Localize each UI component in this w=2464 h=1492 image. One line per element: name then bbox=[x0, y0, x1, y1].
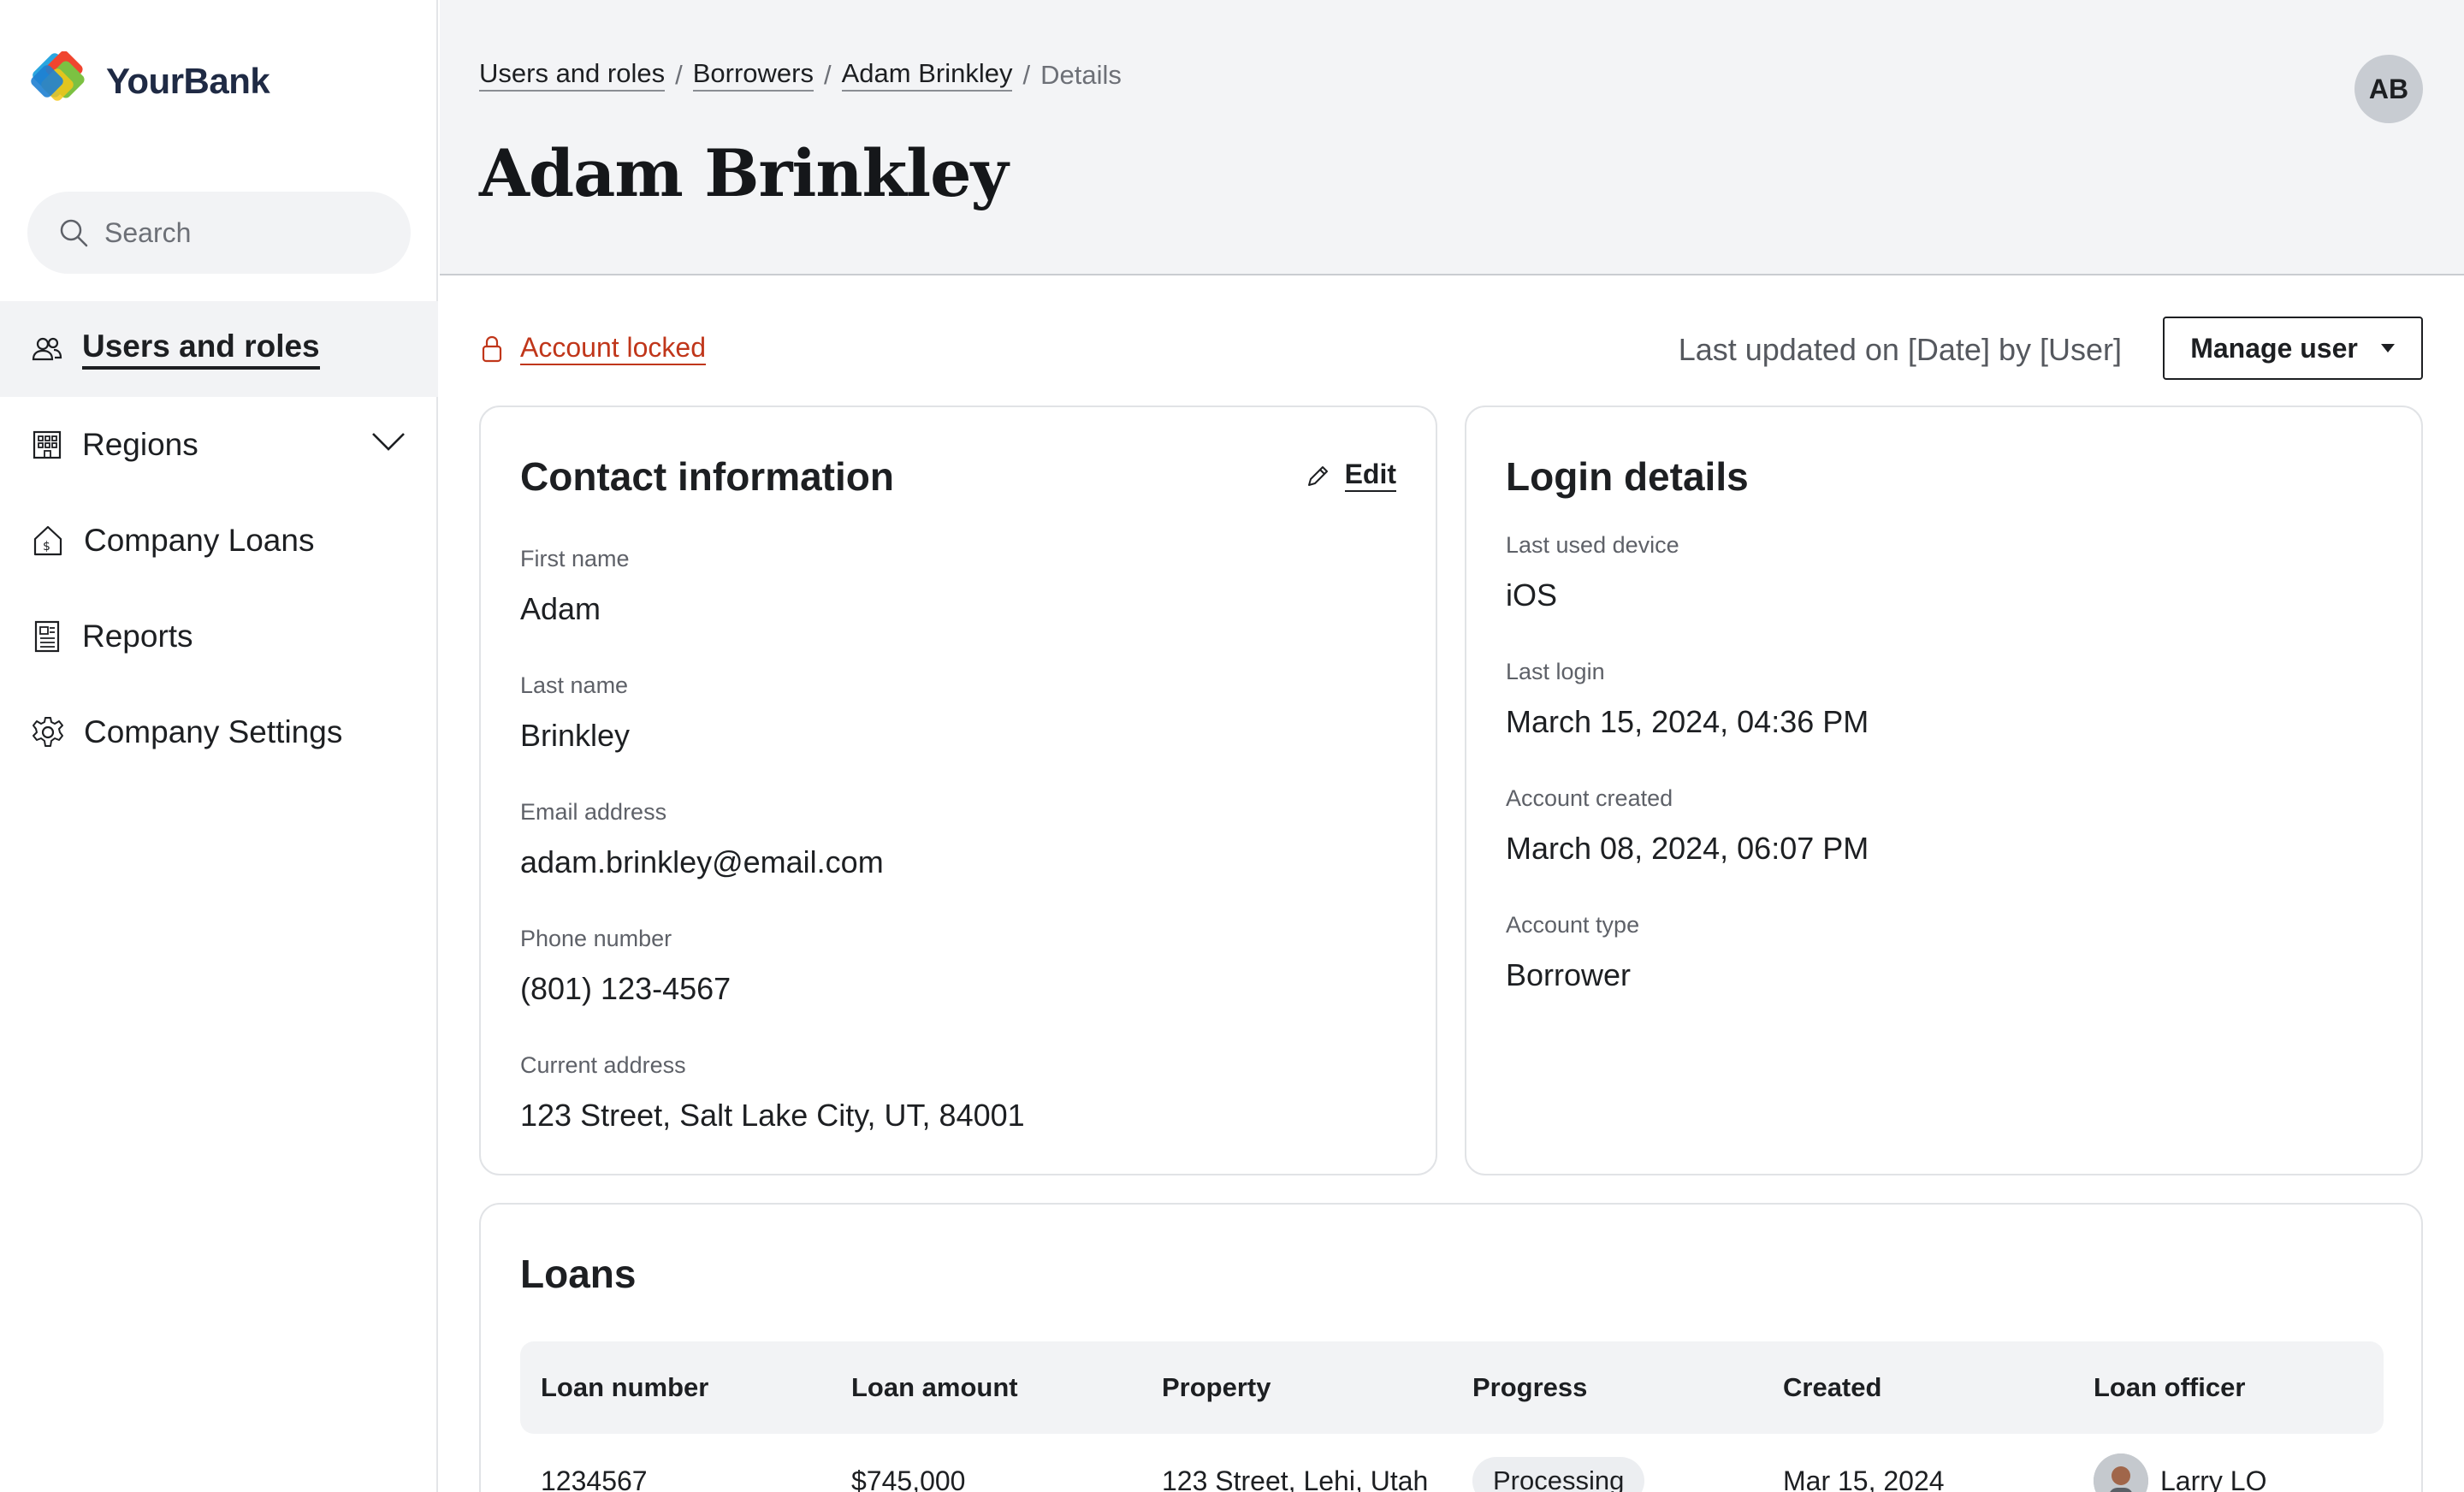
card-title: Contact information bbox=[520, 454, 894, 499]
avatar[interactable]: AB bbox=[2354, 55, 2423, 123]
users-icon bbox=[32, 337, 62, 361]
account-locked-link[interactable]: Account locked bbox=[520, 332, 707, 365]
person-icon bbox=[2094, 1454, 2148, 1492]
field-value: Brinkley bbox=[520, 718, 631, 753]
loan-number-cell: 1234567 bbox=[541, 1465, 648, 1492]
sidebar-item-users-and-roles[interactable]: Users and roles bbox=[0, 301, 438, 397]
status-row: Account locked Last updated on [Date] by… bbox=[481, 317, 2423, 380]
field-label: Account created bbox=[1506, 785, 1673, 811]
building-icon bbox=[33, 430, 62, 459]
card-title: Login details bbox=[1506, 454, 1749, 499]
sidebar-item-label: Company Loans bbox=[84, 523, 315, 558]
column-header-progress[interactable]: Progress bbox=[1452, 1372, 1762, 1403]
officer-name: Larry LO bbox=[2160, 1465, 2267, 1492]
breadcrumb-users-and-roles[interactable]: Users and roles bbox=[479, 58, 666, 92]
breadcrumb-adam-brinkley[interactable]: Adam Brinkley bbox=[841, 58, 1013, 92]
search-icon bbox=[60, 219, 88, 247]
yourbank-logo-icon bbox=[31, 51, 85, 101]
last-login-field: Last login March 15, 2024, 04:36 PM bbox=[1506, 659, 1869, 740]
field-label: Phone number bbox=[520, 926, 672, 951]
officer-avatar bbox=[2094, 1454, 2148, 1492]
phone-field: Phone number (801) 123-4567 bbox=[520, 926, 731, 1007]
report-icon bbox=[34, 620, 60, 653]
column-header-property[interactable]: Property bbox=[1141, 1372, 1452, 1403]
brand-name: YourBank bbox=[106, 61, 270, 101]
field-value: Adam bbox=[520, 591, 601, 626]
field-label: First name bbox=[520, 546, 630, 571]
field-label: Current address bbox=[520, 1052, 686, 1078]
column-header-loan-officer[interactable]: Loan officer bbox=[2073, 1372, 2384, 1403]
progress-cell: Processing bbox=[1452, 1457, 1762, 1492]
account-locked-alert: Account locked bbox=[481, 332, 707, 365]
field-value: March 08, 2024, 06:07 PM bbox=[1506, 831, 1869, 866]
sidebar-item-label: Reports bbox=[82, 619, 193, 654]
loans-card: Loans Loan number Loan amount Property P… bbox=[479, 1203, 2423, 1492]
status-badge: Processing bbox=[1472, 1457, 1645, 1492]
sidebar-item-label: Users and roles bbox=[82, 329, 320, 370]
sidebar-nav: Users and roles Regions $ Company Loans … bbox=[0, 301, 438, 780]
page-title: Adam Brinkley bbox=[479, 135, 1009, 211]
loan-officer-cell: Larry LO bbox=[2073, 1454, 2384, 1492]
contact-information-card: Contact information Edit First name Adam… bbox=[479, 406, 1437, 1175]
field-value: iOS bbox=[1506, 577, 1558, 613]
sidebar-item-company-settings[interactable]: Company Settings bbox=[0, 684, 438, 780]
loan-amount-cell: $745,000 bbox=[851, 1465, 966, 1492]
breadcrumb-separator: / bbox=[1022, 59, 1031, 90]
caret-down-icon bbox=[2380, 344, 2395, 352]
breadcrumb-current: Details bbox=[1040, 59, 1122, 90]
sidebar: YourBank Users and roles bbox=[0, 0, 438, 1492]
breadcrumb-separator: / bbox=[823, 59, 832, 90]
gear-icon bbox=[33, 717, 63, 747]
field-value: adam.brinkley@email.com bbox=[520, 844, 884, 879]
last-updated-text: Last updated on [Date] by [User] bbox=[1678, 332, 2122, 367]
field-label: Account type bbox=[1506, 912, 1640, 938]
loans-table: Loan number Loan amount Property Progres… bbox=[520, 1341, 2384, 1492]
house-dollar-icon: $ bbox=[33, 525, 62, 556]
field-label: Last name bbox=[520, 672, 629, 698]
table-header: Loan number Loan amount Property Progres… bbox=[520, 1341, 2384, 1434]
chevron-down-icon[interactable] bbox=[371, 431, 406, 452]
search-box[interactable] bbox=[27, 192, 411, 274]
sidebar-item-reports[interactable]: Reports bbox=[0, 589, 438, 684]
address-field: Current address 123 Street, Salt Lake Ci… bbox=[520, 1052, 1025, 1134]
table-row[interactable]: 1234567 $745,000 123 Street, Lehi, Utah … bbox=[520, 1434, 2384, 1492]
field-label: Last login bbox=[1506, 659, 1605, 684]
edit-contact-button[interactable]: Edit bbox=[1306, 459, 1396, 492]
field-label: Last used device bbox=[1506, 532, 1679, 558]
sidebar-item-label: Company Settings bbox=[84, 714, 343, 749]
search-input[interactable] bbox=[104, 216, 387, 249]
field-label: Email address bbox=[520, 799, 667, 825]
page-header: Users and roles / Borrowers / Adam Brink… bbox=[440, 0, 2464, 275]
breadcrumb: Users and roles / Borrowers / Adam Brink… bbox=[479, 58, 1122, 92]
column-header-loan-number[interactable]: Loan number bbox=[520, 1372, 831, 1403]
card-title: Loans bbox=[520, 1252, 637, 1296]
column-header-created[interactable]: Created bbox=[1762, 1372, 2073, 1403]
sidebar-item-regions[interactable]: Regions bbox=[0, 397, 438, 493]
field-value: March 15, 2024, 04:36 PM bbox=[1506, 704, 1869, 739]
created-cell: Mar 15, 2024 bbox=[1783, 1465, 1945, 1492]
manage-user-button[interactable]: Manage user bbox=[2163, 317, 2423, 380]
lock-icon bbox=[482, 335, 502, 362]
login-details-card: Login details Last used device iOS Last … bbox=[1465, 406, 2423, 1175]
field-value: Borrower bbox=[1506, 957, 1632, 992]
property-cell: 123 Street, Lehi, Utah bbox=[1162, 1465, 1429, 1492]
column-header-loan-amount[interactable]: Loan amount bbox=[831, 1372, 1141, 1403]
last-used-device-field: Last used device iOS bbox=[1506, 532, 1679, 613]
breadcrumb-borrowers[interactable]: Borrowers bbox=[692, 58, 814, 92]
edit-label: Edit bbox=[1344, 459, 1396, 492]
email-field: Email address adam.brinkley@email.com bbox=[520, 799, 884, 880]
brand-logo[interactable]: YourBank bbox=[26, 51, 270, 111]
field-value: (801) 123-4567 bbox=[520, 971, 732, 1006]
account-type-field: Account type Borrower bbox=[1506, 912, 1639, 993]
manage-user-label: Manage user bbox=[2190, 332, 2358, 364]
sidebar-item-label: Regions bbox=[82, 427, 198, 462]
breadcrumb-separator: / bbox=[675, 59, 683, 90]
svg-text:$: $ bbox=[43, 540, 50, 554]
last-name-field: Last name Brinkley bbox=[520, 672, 630, 754]
field-value: 123 Street, Salt Lake City, UT, 84001 bbox=[520, 1098, 1025, 1133]
first-name-field: First name Adam bbox=[520, 546, 630, 627]
pencil-icon bbox=[1307, 465, 1328, 486]
account-created-field: Account created March 08, 2024, 06:07 PM bbox=[1506, 785, 1869, 867]
sidebar-item-company-loans[interactable]: $ Company Loans bbox=[0, 493, 438, 589]
